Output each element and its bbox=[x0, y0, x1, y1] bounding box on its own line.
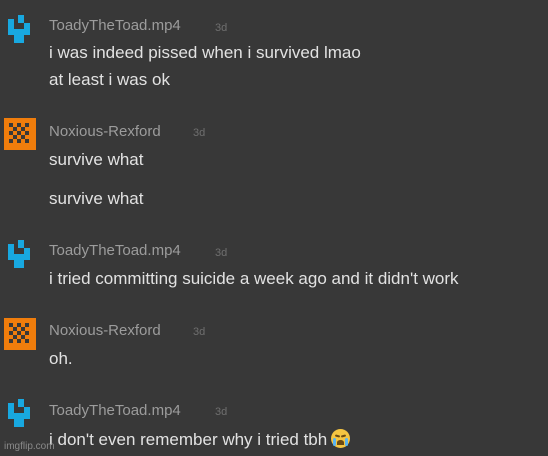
message-timestamp: 3d bbox=[215, 247, 228, 259]
message-text: oh. bbox=[49, 349, 73, 368]
blue-robot-avatar[interactable] bbox=[4, 397, 36, 429]
message-text: survive what bbox=[49, 189, 144, 208]
message-timestamp: 3d bbox=[215, 406, 228, 418]
message-author[interactable]: ToadyTheToad.mp4 bbox=[49, 402, 181, 419]
message-text-with-emoji: i don't even remember why i tried tbh bbox=[49, 429, 351, 450]
blue-robot-avatar[interactable] bbox=[4, 13, 36, 45]
message-text: i tried committing suicide a week ago an… bbox=[49, 269, 459, 288]
message-timestamp: 3d bbox=[193, 127, 206, 139]
message-timestamp: 3d bbox=[193, 326, 206, 338]
message-timestamp: 3d bbox=[215, 22, 228, 34]
imgflip-watermark: imgflip.com bbox=[4, 441, 55, 452]
message-text: at least i was ok bbox=[49, 70, 170, 89]
chat-feed: ToadyTheToad.mp4 3d i was indeed pissed … bbox=[0, 0, 548, 456]
message-text: i don't even remember why i tried tbh bbox=[49, 430, 328, 449]
message-text: survive what bbox=[49, 150, 144, 169]
message-author[interactable]: ToadyTheToad.mp4 bbox=[49, 242, 181, 259]
message-author[interactable]: Noxious-Rexford bbox=[49, 123, 161, 140]
message-author[interactable]: ToadyTheToad.mp4 bbox=[49, 17, 181, 34]
message-author[interactable]: Noxious-Rexford bbox=[49, 322, 161, 339]
loudly-crying-face-emoji bbox=[331, 429, 351, 448]
message-text: i was indeed pissed when i survived lmao bbox=[49, 43, 361, 62]
orange-checker-avatar[interactable] bbox=[4, 118, 36, 150]
orange-checker-avatar[interactable] bbox=[4, 318, 36, 350]
blue-robot-avatar[interactable] bbox=[4, 238, 36, 270]
